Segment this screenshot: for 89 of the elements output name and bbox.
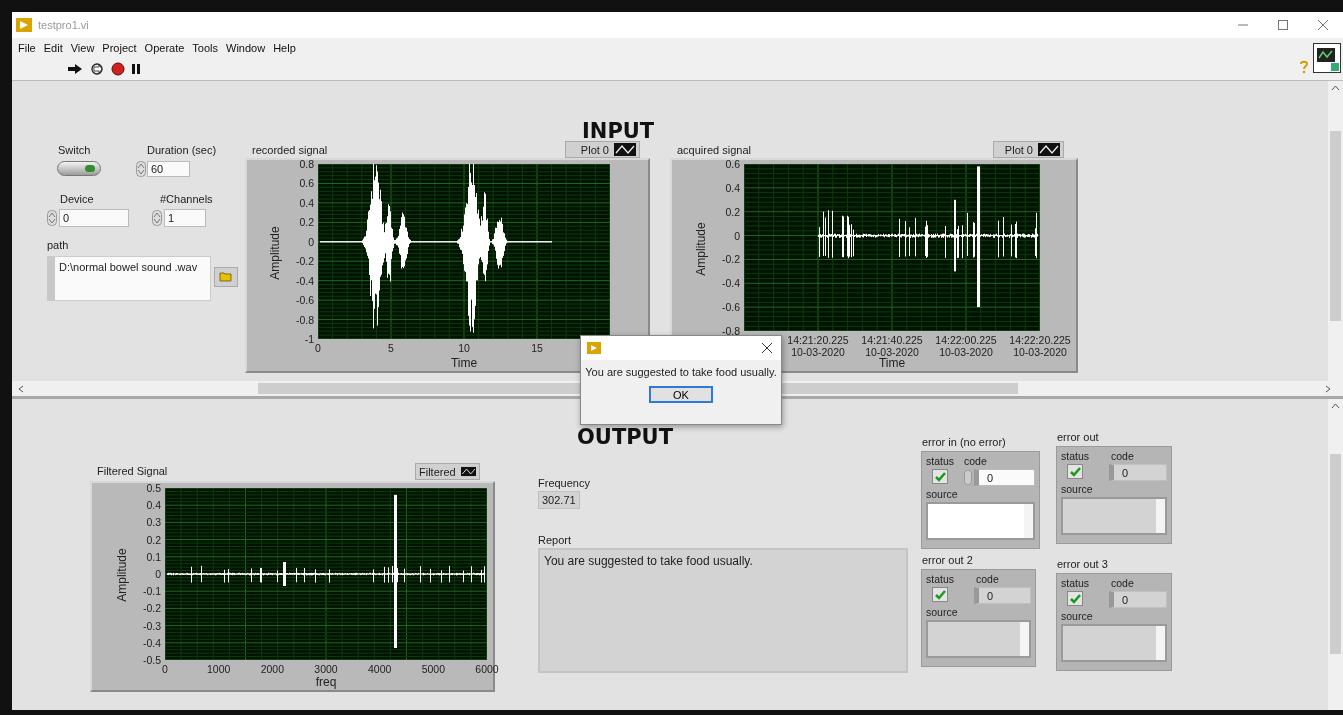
report-field: You are suggested to take food usually. <box>538 548 908 673</box>
control-label: Report <box>538 534 572 546</box>
axis-tick-label: 0.5 <box>145 482 161 494</box>
axis-tick-label: -0.2 <box>141 602 161 615</box>
axis-tick-label: -0.4 <box>720 277 740 290</box>
axis-tick-label: 4000 <box>368 663 392 675</box>
axis-tick-label: 10-03-2020 <box>939 346 993 358</box>
axis-tick-label: 0.6 <box>298 177 314 190</box>
axis-tick-label: 10-03-2020 <box>865 346 919 358</box>
axis-tick-label: 0.4 <box>145 499 161 512</box>
cluster-label: error out <box>1057 431 1099 443</box>
axis-tick-label: -0.3 <box>141 619 161 632</box>
cluster-label: error out 2 <box>922 554 973 566</box>
axis-tick-label: -0.2 <box>294 255 314 268</box>
axis-tick-label: -0.2 <box>720 253 740 266</box>
axis-tick-label: 0.6 <box>724 158 740 170</box>
axis-title: Amplitude <box>114 548 129 602</box>
source-label: source <box>926 488 959 500</box>
axis-title: Amplitude <box>267 225 282 280</box>
dialog-message: You are suggested to take food usually. <box>585 366 777 378</box>
axis-tick-label: 0.3 <box>145 516 161 529</box>
axis-tick-label: -0.8 <box>720 325 740 337</box>
axis-tick-label: 5000 <box>421 663 445 675</box>
code-label: code <box>1110 577 1135 589</box>
control-label: Frequency <box>538 477 590 489</box>
axis-tick-label: -0.6 <box>720 301 740 314</box>
status-label: status <box>926 573 955 585</box>
source-label: source <box>926 606 959 618</box>
axis-tick-label: 15 <box>531 342 543 354</box>
code-field: 0 <box>974 587 1031 604</box>
axis-tick-label: -0.4 <box>294 274 314 287</box>
axis-title: Time <box>450 356 478 370</box>
section-heading: INPUT <box>582 119 655 143</box>
axis-tick-label: 3000 <box>314 663 338 675</box>
axis-tick-label: -0.6 <box>294 294 314 307</box>
graph-label: acquired signal <box>677 144 751 156</box>
control-label: Switch <box>58 144 91 156</box>
axis-tick-label: 0 <box>307 235 314 248</box>
axis-tick-label: -0.8 <box>294 313 314 326</box>
status-label: status <box>1061 450 1090 462</box>
source-label: source <box>1061 483 1094 495</box>
axis-tick-label: -0.1 <box>141 585 161 598</box>
indicator-field: 302.71 <box>538 491 580 509</box>
code-label: code <box>1110 450 1135 462</box>
axis-tick-label: 10-03-2020 <box>1013 346 1067 358</box>
window-title: testpro1.vi <box>38 19 89 31</box>
axis-tick-label: 14:22:20.225 <box>1009 334 1071 346</box>
axis-tick-label: 10-03-2020 <box>791 346 845 358</box>
cluster-label: error in (no error) <box>922 436 1006 448</box>
axis-tick-label: 10 <box>458 342 470 354</box>
axis-tick-label: 0.8 <box>298 158 314 170</box>
section-heading: OUTPUT <box>577 425 673 449</box>
status-label: status <box>1061 577 1090 589</box>
axis-tick-label: -1 <box>303 333 314 345</box>
control-label: Duration (sec) <box>147 144 217 156</box>
axis-tick-label: 0.1 <box>145 550 161 563</box>
axis-tick-label: 0.4 <box>724 181 740 194</box>
axis-tick-label: 14:21:20.225 <box>787 334 849 346</box>
axis-tick-label: -0.4 <box>141 636 161 649</box>
code-label: code <box>975 573 1000 585</box>
code-field: 0 <box>1109 591 1167 608</box>
axis-tick-label: 6000 <box>475 663 499 675</box>
axis-title: Amplitude <box>693 221 708 276</box>
graph-label: recorded signal <box>252 144 328 156</box>
status-label: status <box>926 455 955 467</box>
code-label: code <box>964 455 988 467</box>
axis-tick-label: 0 <box>154 568 161 580</box>
axis-tick-label: 0 <box>733 229 740 242</box>
axis-tick-label: 1000 <box>207 663 231 675</box>
control-label: path <box>47 239 69 251</box>
axis-title: freq <box>315 675 337 689</box>
source-label: source <box>1061 610 1094 622</box>
axis-tick-label: 0.2 <box>724 205 740 218</box>
graph-label: Filtered Signal <box>97 465 168 477</box>
axis-tick-label: 0 <box>162 663 168 675</box>
axis-tick-label: 2000 <box>260 663 284 675</box>
axis-title: Time <box>878 356 906 370</box>
axis-tick-label: 0 <box>315 342 321 354</box>
axis-tick-label: 5 <box>388 342 394 354</box>
control-label: Device <box>60 193 94 205</box>
axis-tick-label: 0.4 <box>298 196 314 209</box>
axis-tick-label: 0.2 <box>298 216 314 229</box>
control-label: #Channels <box>160 193 213 205</box>
axis-tick-label: 14:22:00.225 <box>935 334 997 346</box>
axis-tick-label: 0.2 <box>145 533 161 546</box>
code-field: 0 <box>1109 464 1167 481</box>
axis-tick-label: 14:21:40.225 <box>861 334 923 346</box>
cluster-label: error out 3 <box>1057 558 1108 570</box>
axis-tick-label: -0.5 <box>141 654 161 666</box>
